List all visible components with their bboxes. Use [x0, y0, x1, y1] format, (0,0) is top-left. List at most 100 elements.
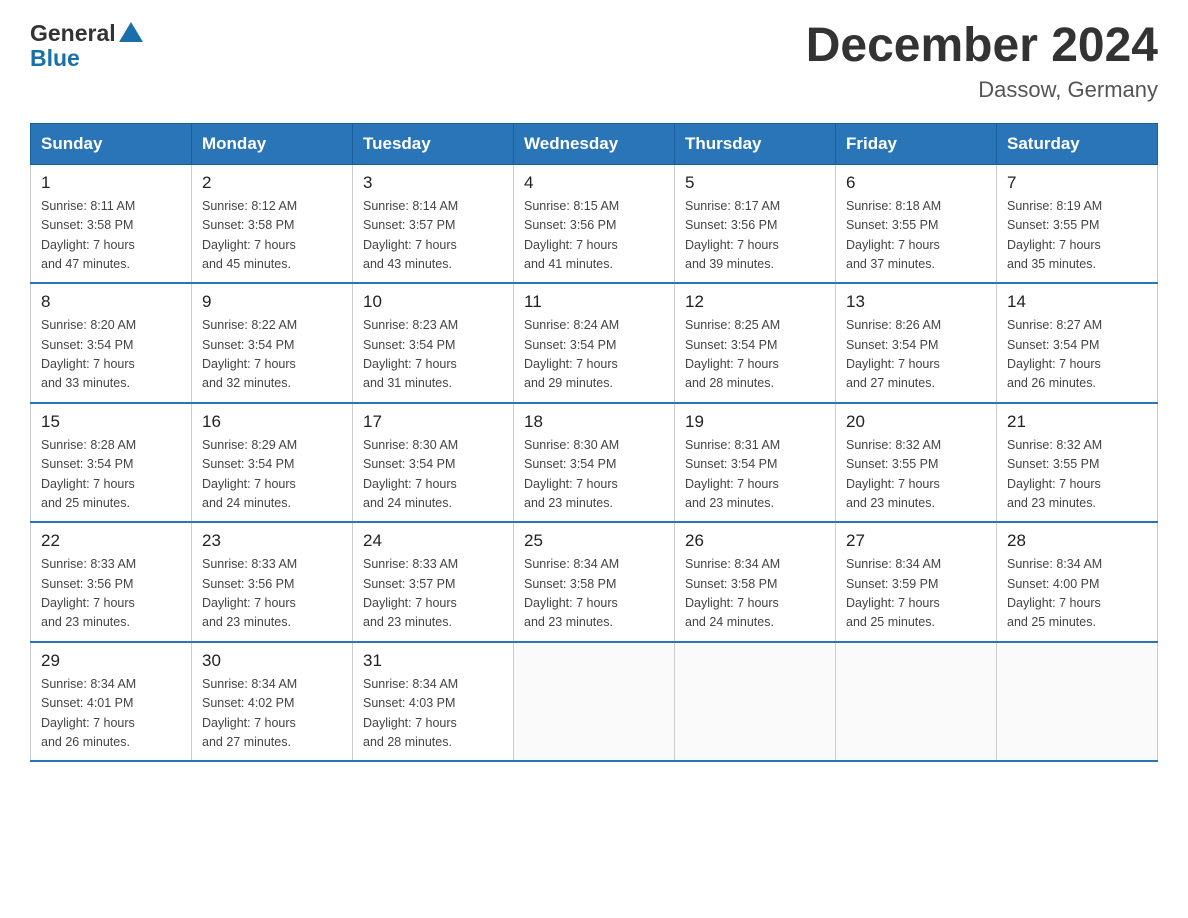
day-number: 31	[363, 651, 503, 671]
day-info: Sunrise: 8:34 AMSunset: 4:03 PMDaylight:…	[363, 675, 503, 753]
header-cell-wednesday: Wednesday	[514, 123, 675, 164]
day-number: 7	[1007, 173, 1147, 193]
day-number: 10	[363, 292, 503, 312]
title-section: December 2024 Dassow, Germany	[806, 20, 1158, 103]
day-info: Sunrise: 8:34 AMSunset: 4:01 PMDaylight:…	[41, 675, 181, 753]
calendar-table: SundayMondayTuesdayWednesdayThursdayFrid…	[30, 123, 1158, 763]
day-cell: 8 Sunrise: 8:20 AMSunset: 3:54 PMDaylight…	[31, 283, 192, 403]
header-cell-friday: Friday	[836, 123, 997, 164]
day-info: Sunrise: 8:11 AMSunset: 3:58 PMDaylight:…	[41, 197, 181, 275]
day-number: 27	[846, 531, 986, 551]
day-info: Sunrise: 8:34 AMSunset: 3:58 PMDaylight:…	[685, 555, 825, 633]
week-row-3: 15Sunrise: 8:28 AMSunset: 3:54 PMDayligh…	[31, 403, 1158, 523]
day-info: Sunrise: 8:23 AMSunset: 3:54 PMDaylight:…	[363, 316, 503, 394]
day-info: Sunrise: 8:18 AMSunset: 3:55 PMDaylight:…	[846, 197, 986, 275]
day-info: Sunrise: 8:30 AMSunset: 3:54 PMDaylight:…	[363, 436, 503, 514]
day-number: 17	[363, 412, 503, 432]
day-info: Sunrise: 8:30 AMSunset: 3:54 PMDaylight:…	[524, 436, 664, 514]
day-info: Sunrise: 8:19 AMSunset: 3:55 PMDaylight:…	[1007, 197, 1147, 275]
day-number: 12	[685, 292, 825, 312]
day-cell: 19Sunrise: 8:31 AMSunset: 3:54 PMDayligh…	[675, 403, 836, 523]
day-cell: 15Sunrise: 8:28 AMSunset: 3:54 PMDayligh…	[31, 403, 192, 523]
day-number: 30	[202, 651, 342, 671]
day-cell: 14 Sunrise: 8:27 AMSunset: 3:54 PMDayligh…	[997, 283, 1158, 403]
day-info: Sunrise: 8:32 AMSunset: 3:55 PMDaylight:…	[1007, 436, 1147, 514]
day-info: Sunrise: 8:20 AMSunset: 3:54 PMDaylight:…	[41, 316, 181, 394]
day-info: Sunrise: 8:24 AMSunset: 3:54 PMDaylight:…	[524, 316, 664, 394]
day-cell: 24 Sunrise: 8:33 AMSunset: 3:57 PMDayligh…	[353, 522, 514, 642]
day-info: Sunrise: 8:32 AMSunset: 3:55 PMDaylight:…	[846, 436, 986, 514]
day-cell: 23Sunrise: 8:33 AMSunset: 3:56 PMDayligh…	[192, 522, 353, 642]
day-cell: 22 Sunrise: 8:33 AMSunset: 3:56 PMDayligh…	[31, 522, 192, 642]
day-cell: 10 Sunrise: 8:23 AMSunset: 3:54 PMDayligh…	[353, 283, 514, 403]
day-cell: 25Sunrise: 8:34 AMSunset: 3:58 PMDayligh…	[514, 522, 675, 642]
day-number: 5	[685, 173, 825, 193]
header-cell-tuesday: Tuesday	[353, 123, 514, 164]
day-number: 14	[1007, 292, 1147, 312]
day-info: Sunrise: 8:12 AMSunset: 3:58 PMDaylight:…	[202, 197, 342, 275]
week-row-2: 8 Sunrise: 8:20 AMSunset: 3:54 PMDaylight…	[31, 283, 1158, 403]
day-number: 4	[524, 173, 664, 193]
day-number: 22	[41, 531, 181, 551]
week-row-1: 1 Sunrise: 8:11 AMSunset: 3:58 PMDaylight…	[31, 164, 1158, 283]
day-number: 25	[524, 531, 664, 551]
day-number: 13	[846, 292, 986, 312]
day-number: 29	[41, 651, 181, 671]
day-info: Sunrise: 8:33 AMSunset: 3:57 PMDaylight:…	[363, 555, 503, 633]
day-number: 11	[524, 292, 664, 312]
day-info: Sunrise: 8:33 AMSunset: 3:56 PMDaylight:…	[41, 555, 181, 633]
day-cell: 20 Sunrise: 8:32 AMSunset: 3:55 PMDayligh…	[836, 403, 997, 523]
logo-general-text: General	[30, 20, 116, 47]
day-number: 18	[524, 412, 664, 432]
day-info: Sunrise: 8:17 AMSunset: 3:56 PMDaylight:…	[685, 197, 825, 275]
day-number: 1	[41, 173, 181, 193]
day-cell: 7 Sunrise: 8:19 AMSunset: 3:55 PMDaylight…	[997, 164, 1158, 283]
day-cell: 18 Sunrise: 8:30 AMSunset: 3:54 PMDayligh…	[514, 403, 675, 523]
page-header: General Blue December 2024 Dassow, Germa…	[30, 20, 1158, 103]
header-cell-saturday: Saturday	[997, 123, 1158, 164]
day-cell: 28Sunrise: 8:34 AMSunset: 4:00 PMDayligh…	[997, 522, 1158, 642]
day-cell	[836, 642, 997, 762]
day-number: 6	[846, 173, 986, 193]
day-info: Sunrise: 8:26 AMSunset: 3:54 PMDaylight:…	[846, 316, 986, 394]
day-info: Sunrise: 8:34 AMSunset: 3:59 PMDaylight:…	[846, 555, 986, 633]
day-cell: 1 Sunrise: 8:11 AMSunset: 3:58 PMDaylight…	[31, 164, 192, 283]
day-cell: 21 Sunrise: 8:32 AMSunset: 3:55 PMDayligh…	[997, 403, 1158, 523]
header-cell-sunday: Sunday	[31, 123, 192, 164]
header-row: SundayMondayTuesdayWednesdayThursdayFrid…	[31, 123, 1158, 164]
day-number: 15	[41, 412, 181, 432]
day-number: 9	[202, 292, 342, 312]
day-cell: 4Sunrise: 8:15 AMSunset: 3:56 PMDaylight…	[514, 164, 675, 283]
day-number: 21	[1007, 412, 1147, 432]
day-number: 24	[363, 531, 503, 551]
day-cell: 9Sunrise: 8:22 AMSunset: 3:54 PMDaylight…	[192, 283, 353, 403]
day-cell	[997, 642, 1158, 762]
day-info: Sunrise: 8:34 AMSunset: 4:02 PMDaylight:…	[202, 675, 342, 753]
day-info: Sunrise: 8:33 AMSunset: 3:56 PMDaylight:…	[202, 555, 342, 633]
logo: General Blue	[30, 20, 143, 72]
day-number: 2	[202, 173, 342, 193]
day-number: 8	[41, 292, 181, 312]
calendar-header: SundayMondayTuesdayWednesdayThursdayFrid…	[31, 123, 1158, 164]
day-info: Sunrise: 8:27 AMSunset: 3:54 PMDaylight:…	[1007, 316, 1147, 394]
day-cell: 3 Sunrise: 8:14 AMSunset: 3:57 PMDaylight…	[353, 164, 514, 283]
logo-blue-text: Blue	[30, 45, 80, 72]
day-number: 28	[1007, 531, 1147, 551]
day-info: Sunrise: 8:14 AMSunset: 3:57 PMDaylight:…	[363, 197, 503, 275]
day-number: 20	[846, 412, 986, 432]
week-row-4: 22 Sunrise: 8:33 AMSunset: 3:56 PMDayligh…	[31, 522, 1158, 642]
logo-line1: General	[30, 20, 143, 47]
day-cell: 6 Sunrise: 8:18 AMSunset: 3:55 PMDaylight…	[836, 164, 997, 283]
day-cell: 12 Sunrise: 8:25 AMSunset: 3:54 PMDayligh…	[675, 283, 836, 403]
day-number: 3	[363, 173, 503, 193]
day-cell: 2 Sunrise: 8:12 AMSunset: 3:58 PMDaylight…	[192, 164, 353, 283]
day-cell	[675, 642, 836, 762]
day-cell	[514, 642, 675, 762]
day-cell: 26Sunrise: 8:34 AMSunset: 3:58 PMDayligh…	[675, 522, 836, 642]
header-cell-monday: Monday	[192, 123, 353, 164]
week-row-5: 29 Sunrise: 8:34 AMSunset: 4:01 PMDayligh…	[31, 642, 1158, 762]
day-info: Sunrise: 8:25 AMSunset: 3:54 PMDaylight:…	[685, 316, 825, 394]
day-cell: 13 Sunrise: 8:26 AMSunset: 3:54 PMDayligh…	[836, 283, 997, 403]
day-cell: 30 Sunrise: 8:34 AMSunset: 4:02 PMDayligh…	[192, 642, 353, 762]
day-number: 19	[685, 412, 825, 432]
